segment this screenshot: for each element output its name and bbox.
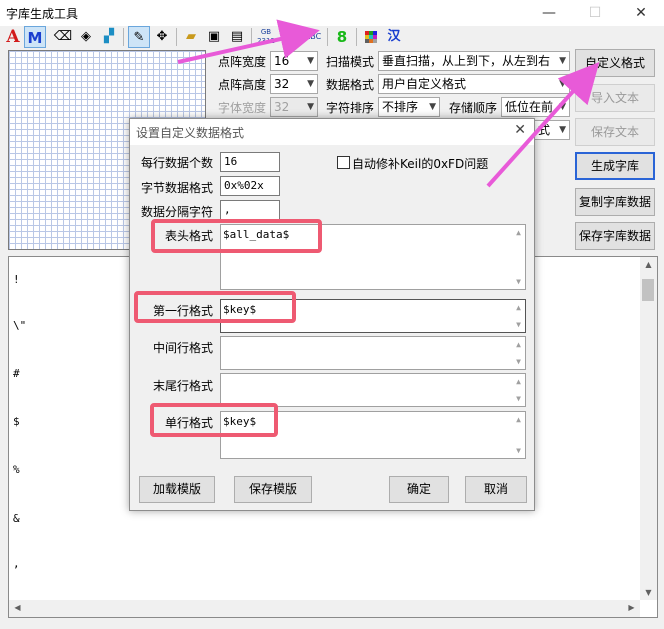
save-icon[interactable]: ▣ xyxy=(203,26,225,48)
window-title: 字库生成工具 xyxy=(6,7,79,21)
last-row-format-label: 末尾行格式 xyxy=(153,379,214,393)
chevron-down-icon: ▼ xyxy=(429,102,436,112)
output-line: , xyxy=(13,557,20,570)
scroll-thumb[interactable] xyxy=(642,279,654,301)
chevron-down-icon: ▼ xyxy=(307,79,314,89)
store-order-select[interactable]: 低位在前 ▼ xyxy=(501,97,570,117)
scroll-up-icon: ▲ xyxy=(516,340,521,349)
output-line: % xyxy=(13,463,20,476)
fill-bucket-icon[interactable]: ◈ xyxy=(75,26,97,48)
toolbar: A M ⌫ ◈ ▞ ✎ ✥ ▰ ▣ ▤ GB 2312 GBK ABC 8 汉 xyxy=(0,26,664,48)
per-row-input[interactable]: 16 xyxy=(220,152,280,172)
cancel-button[interactable]: 取消 xyxy=(465,476,527,503)
gb2312-icon[interactable]: GB 2312 xyxy=(255,26,277,48)
dialog-title: 设置自定义数据格式 xyxy=(136,126,245,140)
font-width-select[interactable]: 32 ▼ xyxy=(270,97,318,117)
vertical-scrollbar[interactable]: ▲ ▼ xyxy=(640,257,657,600)
chevron-down-icon: ▼ xyxy=(559,125,566,135)
scan-mode-label: 扫描模式 xyxy=(326,55,375,69)
byte-format-label: 字节数据格式 xyxy=(141,181,214,195)
chevron-down-icon: ▼ xyxy=(559,79,566,89)
dialog-close-icon[interactable]: ✕ xyxy=(514,122,526,138)
dialog-title-bar: 设置自定义数据格式 ✕ xyxy=(130,119,534,145)
bold-m-icon[interactable]: M xyxy=(24,26,46,48)
dot-width-label: 点阵宽度 xyxy=(218,55,267,69)
char-sort-select[interactable]: 不排序 ▼ xyxy=(378,97,440,117)
color-swap-icon[interactable]: ▞ xyxy=(98,26,120,48)
keil-fix-checkbox[interactable] xyxy=(337,156,350,169)
chevron-down-icon: ▼ xyxy=(559,102,566,112)
scroll-up-icon: ▲ xyxy=(516,415,521,424)
pencil-icon[interactable]: ✎ xyxy=(128,26,150,48)
horizontal-scrollbar[interactable]: ◀ ▶ xyxy=(9,600,640,617)
separator-input[interactable]: , xyxy=(220,200,280,220)
scan-mode-select[interactable]: 垂直扫描，从上到下，从左到右 ▼ xyxy=(378,51,570,71)
dot-width-select[interactable]: 16 ▼ xyxy=(270,51,318,71)
last-row-format-textarea[interactable]: ▲ ▼ xyxy=(220,373,526,407)
scroll-up-icon: ▲ xyxy=(516,303,521,312)
byte-format-input[interactable]: 0x%02x xyxy=(220,176,280,196)
output-line: ! xyxy=(13,273,20,286)
scroll-up-icon: ▲ xyxy=(645,260,652,269)
abc-icon[interactable]: ABC xyxy=(302,26,324,48)
save-as-icon[interactable]: ▤ xyxy=(226,26,248,48)
copy-font-data-button[interactable]: 复制字库数据 xyxy=(575,188,655,216)
dot-height-select[interactable]: 32 ▼ xyxy=(270,74,318,94)
minimize-button[interactable]: — xyxy=(526,0,572,26)
gbk-icon[interactable]: GBK xyxy=(279,26,301,48)
output-line: # xyxy=(13,367,20,380)
scroll-down-icon: ▼ xyxy=(645,588,652,597)
scroll-down-icon: ▼ xyxy=(516,320,521,329)
data-format-label: 数据格式 xyxy=(326,78,375,92)
close-button[interactable]: ✕ xyxy=(618,0,664,26)
middle-row-format-label: 中间行格式 xyxy=(153,341,214,355)
digit-eight-icon[interactable]: 8 xyxy=(331,26,353,48)
per-row-label: 每行数据个数 xyxy=(141,156,214,170)
color-grid-icon[interactable] xyxy=(360,26,382,48)
chevron-down-icon: ▼ xyxy=(559,56,566,66)
scroll-up-icon: ▲ xyxy=(516,377,521,386)
dot-height-label: 点阵高度 xyxy=(218,78,267,92)
scroll-down-icon: ▼ xyxy=(516,357,521,366)
scroll-down-icon: ▼ xyxy=(516,394,521,403)
load-template-button[interactable]: 加载模版 xyxy=(139,476,215,503)
generate-font-button[interactable]: 生成字库 xyxy=(575,152,655,180)
chevron-down-icon: ▼ xyxy=(307,102,314,112)
font-color-icon[interactable]: A xyxy=(2,26,24,48)
middle-row-format-textarea[interactable]: ▲ ▼ xyxy=(220,336,526,370)
scroll-left-icon: ◀ xyxy=(14,603,21,612)
scroll-right-icon: ▶ xyxy=(628,603,635,612)
store-order-label: 存储顺序 xyxy=(449,101,498,115)
output-line: & xyxy=(13,512,20,525)
scroll-up-icon: ▲ xyxy=(516,228,521,237)
eraser-icon[interactable]: ⌫ xyxy=(52,26,74,48)
save-template-button[interactable]: 保存模版 xyxy=(234,476,312,503)
title-bar: 字库生成工具 — ☐ ✕ xyxy=(0,0,664,26)
ok-button[interactable]: 确定 xyxy=(389,476,449,503)
char-sort-label: 字符排序 xyxy=(326,101,375,115)
chevron-down-icon: ▼ xyxy=(307,56,314,66)
move-icon[interactable]: ✥ xyxy=(151,26,173,48)
single-row-format-highlight xyxy=(150,403,278,437)
chinese-char-icon[interactable]: 汉 xyxy=(383,26,405,48)
header-format-highlight xyxy=(151,219,322,253)
custom-format-button[interactable]: 自定义格式 xyxy=(575,49,655,77)
scroll-down-icon: ▼ xyxy=(516,277,521,286)
save-text-button[interactable]: 保存文本 xyxy=(575,118,655,146)
separator-label: 数据分隔字符 xyxy=(141,205,214,219)
font-width-label: 字体宽度 xyxy=(218,101,267,115)
first-row-format-highlight xyxy=(134,291,296,323)
open-folder-icon[interactable]: ▰ xyxy=(180,26,202,48)
output-line: \" xyxy=(13,319,27,332)
data-format-select[interactable]: 用户自定义格式 ▼ xyxy=(378,74,570,94)
scroll-down-icon: ▼ xyxy=(516,446,521,455)
output-line: $ xyxy=(13,415,20,428)
save-font-data-button[interactable]: 保存字库数据 xyxy=(575,222,655,250)
maximize-button[interactable]: ☐ xyxy=(572,0,618,26)
import-text-button[interactable]: 导入文本 xyxy=(575,84,655,112)
keil-fix-label: 自动修补Keil的0xFD问题 xyxy=(352,157,489,171)
